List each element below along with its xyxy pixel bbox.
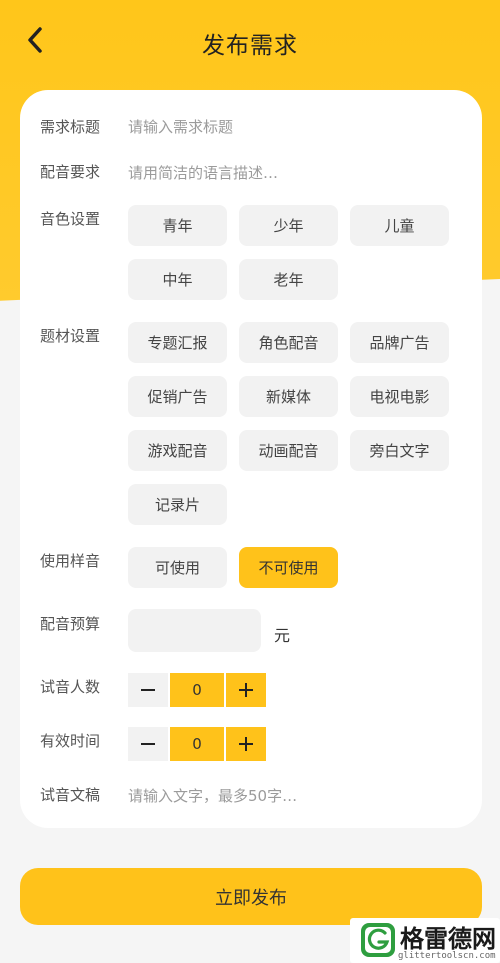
watermark-logo-icon	[361, 923, 395, 957]
watermark-name: 格雷德网	[400, 924, 496, 953]
sample-option-allow[interactable]: 可使用	[128, 547, 227, 588]
topic-option[interactable]: 角色配音	[239, 322, 338, 363]
voice-option[interactable]: 中年	[128, 259, 227, 300]
topic-option[interactable]: 动画配音	[239, 430, 338, 471]
topic-option[interactable]: 新媒体	[239, 376, 338, 417]
form-card: 需求标题 请输入需求标题 配音要求 请用简洁的语言描述… 音色设置 青年 少年 …	[20, 90, 482, 828]
validity-stepper: 0	[128, 727, 266, 761]
minus-button[interactable]	[128, 673, 168, 707]
topic-label: 题材设置	[40, 327, 101, 345]
validity-count[interactable]: 0	[170, 727, 224, 761]
voice-option[interactable]: 青年	[128, 205, 227, 246]
plus-icon	[239, 737, 253, 751]
voice-label: 音色设置	[40, 210, 101, 228]
audition-stepper: 0	[128, 673, 266, 707]
sample-label: 使用样音	[40, 552, 101, 570]
page-title: 发布需求	[202, 33, 298, 59]
budget-input[interactable]	[128, 609, 261, 652]
topic-option[interactable]: 记录片	[128, 484, 227, 525]
topic-option[interactable]: 品牌广告	[350, 322, 449, 363]
script-input[interactable]: 请输入文字，最多50字…	[128, 785, 297, 806]
validity-label: 有效时间	[40, 732, 101, 750]
audition-label: 试音人数	[40, 678, 101, 696]
title-input[interactable]: 请输入需求标题	[128, 116, 233, 137]
voice-option[interactable]: 老年	[239, 259, 338, 300]
minus-icon	[141, 743, 155, 745]
minus-icon	[141, 689, 155, 691]
topic-option[interactable]: 电视电影	[350, 376, 449, 417]
title-label: 需求标题	[40, 118, 101, 136]
plus-button[interactable]	[226, 727, 266, 761]
top-bar: 发布需求	[0, 0, 500, 84]
voice-option[interactable]: 儿童	[350, 205, 449, 246]
voice-option[interactable]: 少年	[239, 205, 338, 246]
requirement-input[interactable]: 请用简洁的语言描述…	[128, 162, 278, 183]
topic-option[interactable]: 专题汇报	[128, 322, 227, 363]
sample-option-deny[interactable]: 不可使用	[239, 547, 338, 588]
audition-count[interactable]: 0	[170, 673, 224, 707]
budget-label: 配音预算	[40, 615, 101, 633]
minus-button[interactable]	[128, 727, 168, 761]
topic-option[interactable]: 促销广告	[128, 376, 227, 417]
script-label: 试音文稿	[40, 786, 101, 804]
plus-icon	[239, 683, 253, 697]
budget-unit: 元	[274, 626, 291, 645]
topic-option[interactable]: 旁白文字	[350, 430, 449, 471]
topic-option[interactable]: 游戏配音	[128, 430, 227, 471]
watermark: 格雷德网 glittertoolscn.com	[350, 918, 500, 963]
watermark-url: glittertoolscn.com	[398, 951, 496, 961]
plus-button[interactable]	[226, 673, 266, 707]
requirement-label: 配音要求	[40, 163, 101, 181]
publish-button[interactable]: 立即发布	[20, 868, 482, 925]
